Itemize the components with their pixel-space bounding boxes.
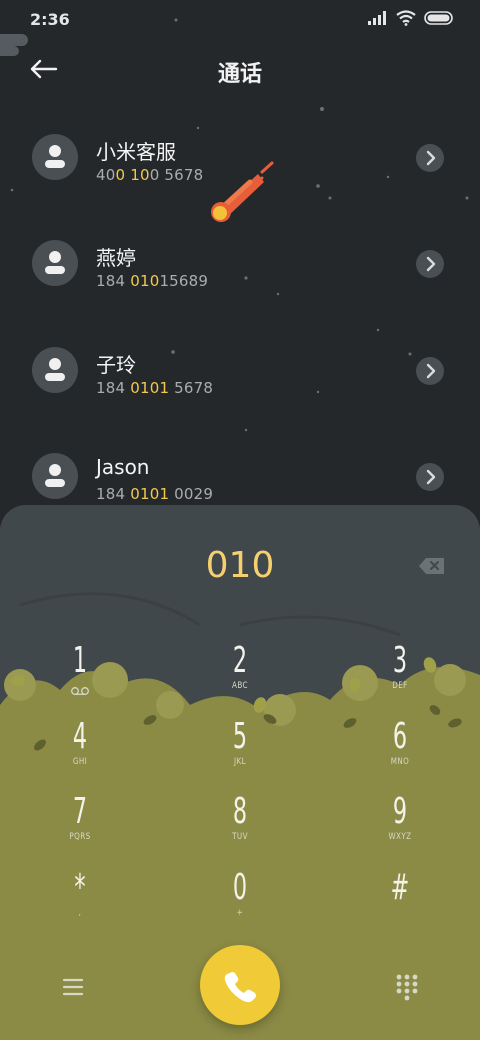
contact-detail-button[interactable]	[416, 144, 444, 172]
contact-row[interactable]: 子玲 184 0101 5678	[0, 337, 480, 437]
dial-key-4[interactable]: 4 GHI	[20, 717, 140, 791]
person-icon	[45, 145, 65, 168]
dial-key-5[interactable]: 5 JKL	[180, 717, 300, 791]
chevron-right-icon	[426, 469, 436, 485]
chevron-right-icon	[426, 363, 436, 379]
dial-key-7[interactable]: 7 PQRS	[20, 792, 140, 866]
chevron-right-icon	[426, 150, 436, 166]
dialer-panel: 010 1 2 ABC 3 DEF 4 GHI 5 JKL 6 MNO 7 PQ…	[0, 505, 480, 1040]
dial-key-0[interactable]: 0 +	[180, 868, 300, 942]
dial-key-9[interactable]: 9 WXYZ	[340, 792, 460, 866]
contact-name: 子玲	[96, 353, 136, 377]
phone-icon	[224, 972, 256, 1003]
contact-number: 184 01015689	[96, 272, 209, 290]
meteor-decoration	[211, 161, 274, 222]
status-bar: 2:36	[0, 0, 480, 40]
contact-number: 400 100 5678	[96, 166, 204, 184]
status-time: 2:36	[30, 10, 70, 29]
call-button[interactable]	[200, 945, 280, 1025]
contact-detail-button[interactable]	[416, 357, 444, 385]
avatar	[32, 453, 78, 499]
person-icon	[45, 464, 65, 487]
dial-key-star[interactable]: * ,	[20, 868, 140, 942]
dialed-number: 010	[205, 545, 275, 586]
header: 通话	[0, 46, 480, 94]
signal-icon	[368, 11, 386, 25]
contact-detail-button[interactable]	[416, 250, 444, 278]
page-title: 通话	[217, 62, 262, 87]
avatar	[32, 134, 78, 180]
contact-name: 燕婷	[96, 246, 136, 270]
dial-key-8[interactable]: 8 TUV	[180, 792, 300, 866]
wifi-icon	[396, 10, 416, 26]
person-icon	[45, 251, 65, 274]
dial-key-hash[interactable]: #	[340, 868, 460, 942]
dial-key-1[interactable]: 1	[20, 641, 140, 715]
contact-number: 184 0101 5678	[96, 379, 214, 397]
person-icon	[45, 358, 65, 381]
backspace-icon[interactable]	[418, 557, 446, 575]
contact-name: 小米客服	[96, 140, 176, 164]
contact-name: Jason	[96, 455, 150, 479]
menu-icon[interactable]	[56, 973, 90, 1001]
dial-key-3[interactable]: 3 DEF	[340, 641, 460, 715]
battery-icon	[424, 11, 453, 25]
voicemail-icon	[71, 687, 89, 695]
avatar	[32, 240, 78, 286]
dialpad-icon[interactable]	[392, 971, 422, 1001]
avatar	[32, 347, 78, 393]
contact-row[interactable]: 燕婷 184 01015689	[0, 230, 480, 330]
status-icons	[368, 10, 454, 26]
contact-number: 184 0101 0029	[96, 485, 214, 503]
contact-detail-button[interactable]	[416, 463, 444, 491]
dial-key-6[interactable]: 6 MNO	[340, 717, 460, 791]
chevron-right-icon	[426, 256, 436, 272]
dial-key-2[interactable]: 2 ABC	[180, 641, 300, 715]
